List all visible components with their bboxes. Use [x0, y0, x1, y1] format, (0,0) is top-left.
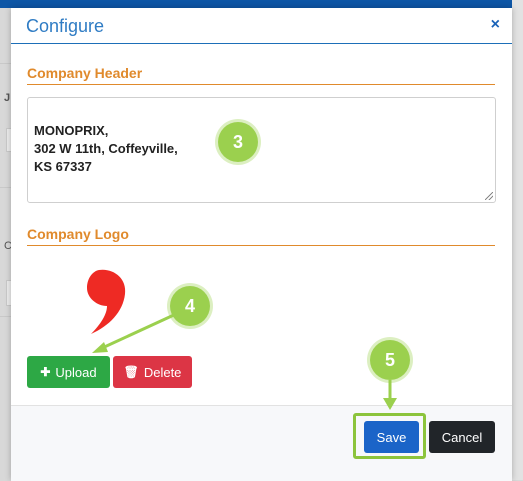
save-label: Save [376, 429, 407, 445]
callout-3: 3 [218, 122, 258, 162]
background-line [0, 316, 11, 317]
delete-button[interactable]: 🗑 Delete [113, 356, 192, 388]
cancel-button[interactable]: Cancel [429, 421, 495, 453]
upload-label: Upload [55, 364, 97, 380]
background-line [0, 187, 11, 188]
callout-5: 5 [370, 340, 410, 380]
company-header-textarea[interactable]: MONOPRIX, 302 W 11th, Coffeyville, KS 67… [27, 97, 496, 203]
modal-header: Configure × [11, 8, 512, 44]
company-logo-image [87, 269, 126, 334]
red-comma-logo-icon [87, 269, 126, 334]
background-line [0, 63, 11, 64]
callout-4-number: 4 [184, 295, 195, 316]
callout-4: 4 [170, 286, 210, 326]
cancel-label: Cancel [441, 429, 483, 445]
company-logo-divider [27, 245, 495, 246]
plus-icon: ✚ [40, 365, 51, 379]
configure-modal: Configure × Company Header MONOPRIX, 302… [11, 8, 512, 481]
delete-label: Delete [143, 364, 182, 380]
company-header-title: Company Header [27, 65, 143, 81]
callout-5-number: 5 [384, 349, 395, 370]
company-logo-title: Company Logo [27, 226, 129, 242]
close-icon[interactable]: × [491, 16, 500, 34]
resize-handle-icon[interactable] [485, 192, 493, 200]
modal-title: Configure [26, 16, 105, 36]
upload-button[interactable]: ✚ Upload [27, 356, 110, 388]
callout-3-number: 3 [232, 131, 243, 152]
top-bar [0, 0, 523, 8]
company-header-text: MONOPRIX, 302 W 11th, Coffeyville, KS 67… [34, 123, 178, 174]
background-char: J [4, 92, 11, 104]
save-button[interactable]: Save [364, 421, 419, 453]
trash-icon: 🗑 [123, 365, 139, 379]
company-header-divider [27, 84, 495, 85]
background-field [512, 0, 523, 480]
